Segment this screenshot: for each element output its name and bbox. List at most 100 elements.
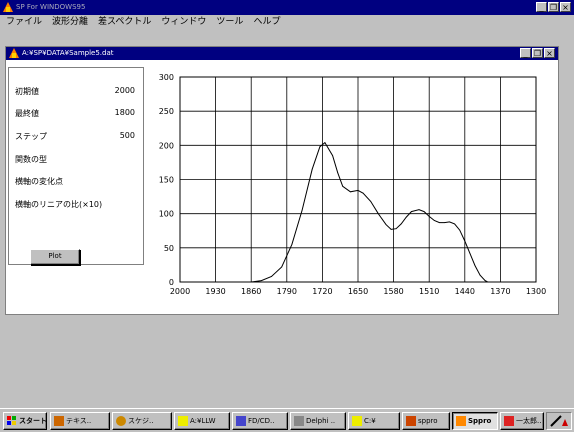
spectrum-point bbox=[439, 222, 440, 224]
menu-peak-separation[interactable]: 波形分離 bbox=[52, 15, 88, 29]
param-label: 最終値 bbox=[15, 109, 39, 118]
taskbar-item-c-drive[interactable]: C:¥ bbox=[348, 412, 400, 430]
schedule-icon bbox=[116, 416, 126, 426]
spectrum-point bbox=[342, 185, 344, 187]
spectrum-point bbox=[444, 222, 445, 224]
spectrum-point bbox=[281, 266, 283, 268]
taskbar-item-delphi[interactable]: Delphi .. bbox=[290, 412, 346, 430]
spectrum-point bbox=[377, 213, 379, 215]
ichitaro-icon bbox=[504, 416, 514, 426]
param-label: 初期値 bbox=[15, 87, 39, 96]
spectrum-point bbox=[400, 223, 402, 225]
taskbar-item-sppro-active[interactable]: Sppro bbox=[452, 412, 498, 430]
taskbar-item-label: A:¥LLW bbox=[190, 417, 216, 425]
menu-window[interactable]: ウィンドウ bbox=[161, 15, 206, 29]
close-button[interactable]: × bbox=[560, 2, 571, 12]
menu-difference-spectrum[interactable]: 差スペクトル bbox=[98, 15, 151, 29]
param-label: 関数の型 bbox=[15, 155, 47, 164]
x-tick-label: 1720 bbox=[312, 287, 332, 296]
param-value[interactable]: 500 bbox=[120, 131, 135, 140]
menu-file[interactable]: ファイル bbox=[6, 15, 42, 29]
taskbar-item-label: Delphi .. bbox=[306, 417, 336, 425]
delphi-icon bbox=[294, 416, 304, 426]
taskbar-item-ichitaro[interactable]: 一太郎.. bbox=[500, 412, 544, 430]
spectrum-point bbox=[261, 280, 262, 281]
spectrum-point bbox=[395, 228, 397, 230]
y-tick-label: 200 bbox=[159, 141, 174, 150]
document-title-bar: A:¥SP¥DATA¥Sample5.dat _ ❐ × bbox=[6, 47, 558, 60]
x-tick-label: 1370 bbox=[490, 287, 510, 296]
app-title-bar: SP For WINDOWS95 _ ❐ × bbox=[0, 0, 574, 15]
sppro-icon bbox=[406, 416, 416, 426]
folder-icon bbox=[352, 416, 362, 426]
doc-close-button[interactable]: × bbox=[544, 48, 555, 58]
spectrum-point bbox=[250, 281, 252, 283]
menu-help[interactable]: ヘルプ bbox=[253, 15, 280, 29]
taskbar-item-label: FD/CD.. bbox=[248, 417, 275, 425]
taskbar-item-llw[interactable]: A:¥LLW bbox=[174, 412, 230, 430]
system-tray bbox=[546, 412, 572, 430]
taskbar-item-text[interactable]: テキス.. bbox=[50, 412, 110, 430]
param-label: 横軸の変化点 bbox=[15, 177, 63, 186]
spectrum-point bbox=[479, 274, 481, 276]
spectrum-point bbox=[449, 221, 450, 223]
windows-logo-icon bbox=[7, 416, 16, 425]
spectrum-point bbox=[459, 229, 461, 231]
restore-button[interactable]: ❐ bbox=[548, 2, 559, 12]
param-value[interactable]: 2000 bbox=[115, 86, 135, 95]
doc-minimize-button[interactable]: _ bbox=[520, 48, 531, 58]
param-row-step: ステップ 500 bbox=[15, 131, 135, 143]
folder-icon bbox=[178, 416, 188, 426]
y-tick-label: 0 bbox=[169, 278, 174, 287]
spectrum-point bbox=[271, 276, 272, 277]
taskbar-item-fdcd[interactable]: FD/CD.. bbox=[232, 412, 288, 430]
spectrum-point bbox=[464, 240, 466, 242]
spectrum-point bbox=[428, 216, 430, 217]
spectrum-point bbox=[411, 211, 412, 213]
x-tick-label: 1790 bbox=[277, 287, 297, 296]
x-tick-label: 1860 bbox=[241, 287, 261, 296]
spectrum-point bbox=[484, 280, 486, 281]
taskbar-item-label: Sppro bbox=[468, 417, 492, 425]
x-tick-label: 1300 bbox=[526, 287, 546, 296]
minimize-button[interactable]: _ bbox=[536, 2, 547, 12]
taskbar-item-label: 一太郎.. bbox=[516, 417, 542, 425]
spectrum-point bbox=[390, 229, 392, 230]
spectrum-point bbox=[454, 223, 455, 225]
taskbar-item-label: スケジ.. bbox=[128, 417, 154, 425]
taskbar-item-schedule[interactable]: スケジ.. bbox=[112, 412, 172, 430]
spectrum-point bbox=[385, 224, 387, 226]
spectrum-point bbox=[418, 209, 420, 211]
taskbar-item-sppro-1[interactable]: sppro bbox=[402, 412, 450, 430]
app-icon bbox=[3, 2, 13, 12]
y-tick-label: 50 bbox=[164, 244, 174, 253]
spectrum-chart: 2000 1930 1860 1790 1720 1650 1580 1510 1440 1370… bbox=[159, 73, 546, 296]
parameter-panel: 初期値 2000 最終値 1800 ステップ 500 関数の型 横軸の変化点 横… bbox=[8, 67, 144, 265]
taskbar-item-label: テキス.. bbox=[66, 417, 92, 425]
spectrum-point bbox=[370, 201, 372, 202]
x-tick-label: 1930 bbox=[205, 287, 225, 296]
param-row-function-type: 関数の型 bbox=[15, 154, 135, 166]
spectrum-point bbox=[423, 211, 425, 213]
spectrum-point bbox=[319, 146, 321, 148]
spectrum-point bbox=[337, 172, 339, 174]
param-value[interactable]: 1800 bbox=[115, 108, 135, 117]
param-row-axis-change-point: 横軸の変化点 bbox=[15, 176, 135, 188]
spectrum-point bbox=[332, 155, 333, 156]
param-row-final: 最終値 1800 bbox=[15, 108, 135, 120]
spectrum-point bbox=[357, 190, 359, 191]
menu-tools[interactable]: ツール bbox=[216, 15, 243, 29]
spectrum-point bbox=[291, 244, 293, 245]
start-button[interactable]: スタート bbox=[3, 412, 47, 430]
spectrum-point bbox=[469, 252, 471, 254]
pen-icon bbox=[550, 415, 568, 427]
plot-button[interactable]: Plot bbox=[30, 249, 80, 265]
spectrum-point bbox=[311, 168, 313, 170]
menu-bar: ファイル 波形分離 差スペクトル ウィンドウ ツール ヘルプ bbox=[0, 15, 574, 29]
doc-restore-button[interactable]: ❐ bbox=[532, 48, 543, 58]
taskbar: スタート テキス.. スケジ.. A:¥LLW FD/CD.. Delphi .… bbox=[0, 408, 574, 432]
spectrum-point bbox=[405, 216, 407, 218]
param-row-axis-linear-ratio: 横軸のリニアの比(×10) bbox=[15, 199, 135, 211]
param-label: 横軸のリニアの比(×10) bbox=[15, 200, 103, 209]
document-window: A:¥SP¥DATA¥Sample5.dat _ ❐ × 初期値 2000 最終… bbox=[5, 46, 559, 315]
